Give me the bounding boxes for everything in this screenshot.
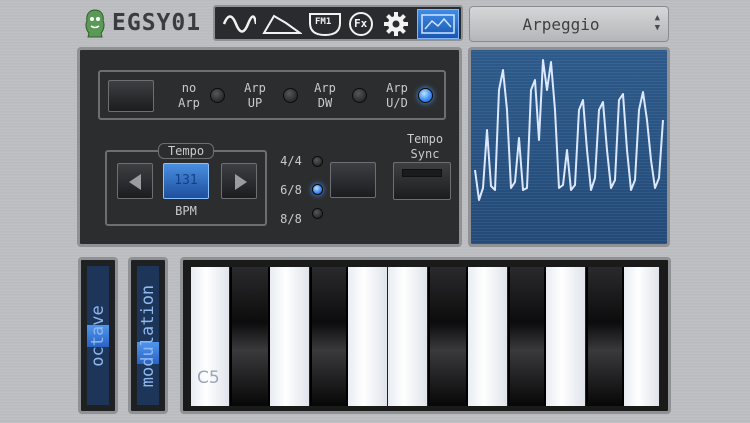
arp-mode-group: no Arp Arp UP Arp DW Arp U/D (98, 70, 446, 120)
tempo-decrease-button[interactable] (117, 163, 153, 199)
octave-key-label: C5 (197, 368, 220, 388)
white-key[interactable] (348, 267, 388, 406)
white-key[interactable] (546, 267, 586, 406)
time-signature-label-4-4: 4/4 (280, 154, 302, 168)
bpm-label: BPM (175, 204, 197, 218)
arp-mode-label-down: Arp DW (314, 81, 336, 110)
octave-slider[interactable]: octave (78, 257, 118, 414)
wave-display-icon (421, 14, 455, 34)
waveform-trace (474, 59, 664, 201)
sine-wave-icon (222, 15, 256, 33)
preset-selector[interactable]: Arpeggio ▲ ▼ (469, 6, 669, 42)
arp-mode-label-updown: Arp U/D (386, 81, 408, 110)
app-logo: EGSY01 (82, 8, 207, 38)
arrow-right-icon (235, 174, 247, 190)
black-key[interactable] (508, 267, 546, 406)
settings-button[interactable] (381, 11, 411, 37)
tempo-sync-label: Tempo Sync (406, 132, 444, 161)
arp-mode-label-none: no Arp (178, 81, 200, 110)
time-signature-label-8-8: 8/8 (280, 212, 302, 226)
preset-name: Arpeggio (522, 15, 600, 34)
modulation-slider-track[interactable]: modulation (137, 266, 159, 405)
toolbar: FM1 Fx (213, 5, 463, 41)
gear-icon (384, 12, 408, 36)
tempo-sync-toggle[interactable] (393, 162, 451, 200)
black-key[interactable] (586, 267, 624, 406)
arp-mode-label-up: Arp UP (244, 81, 266, 110)
black-key[interactable] (428, 267, 468, 406)
arp-led-none[interactable] (210, 88, 225, 103)
tempo-title: Tempo (158, 143, 214, 159)
waveform-button[interactable] (221, 11, 257, 37)
arp-led-updown[interactable] (418, 88, 433, 103)
octave-slider-track[interactable]: octave (87, 266, 109, 405)
fm1-label: FM1 (315, 17, 332, 27)
time-signature-button[interactable] (330, 162, 376, 198)
modulation-slider[interactable]: modulation (128, 257, 168, 414)
wave-display-button[interactable] (417, 9, 459, 39)
updown-chevron-icon: ▲ ▼ (654, 13, 660, 33)
black-key[interactable] (230, 267, 270, 406)
modulation-label: modulation (138, 284, 158, 388)
arp-led-up[interactable] (283, 88, 298, 103)
fm1-button[interactable]: FM1 (307, 11, 343, 37)
tempo-increase-button[interactable] (221, 163, 257, 199)
envelope-icon (262, 14, 302, 34)
arp-led-down[interactable] (352, 88, 367, 103)
time-signature-led-8-8[interactable] (312, 208, 323, 219)
white-key[interactable] (468, 267, 508, 406)
white-key[interactable] (388, 267, 428, 406)
time-signature-led-6-8[interactable] (312, 184, 323, 195)
toggle-indicator (402, 169, 442, 177)
fx-button[interactable]: Fx (347, 11, 375, 37)
fx-label: Fx (354, 17, 368, 30)
arpeggiator-panel: no Arp Arp UP Arp DW Arp U/D Tempo 131 BPM 4… (77, 47, 462, 247)
keyboard-keys: C5 (191, 267, 660, 406)
mascot-logo-icon (85, 9, 105, 38)
waveform-display (468, 47, 670, 247)
keyboard: C5 (180, 257, 671, 414)
white-key[interactable] (624, 267, 660, 406)
time-signature-label-6-8: 6/8 (280, 183, 302, 197)
app-title: EGSY01 (112, 10, 202, 36)
arp-mode-button[interactable] (108, 80, 154, 112)
tempo-value-display[interactable]: 131 (163, 163, 209, 199)
octave-label: octave (88, 305, 108, 367)
white-key[interactable] (270, 267, 310, 406)
time-signature-led-4-4[interactable] (312, 156, 323, 167)
arrow-left-icon (129, 174, 141, 190)
black-key[interactable] (310, 267, 348, 406)
envelope-button[interactable] (261, 11, 303, 37)
